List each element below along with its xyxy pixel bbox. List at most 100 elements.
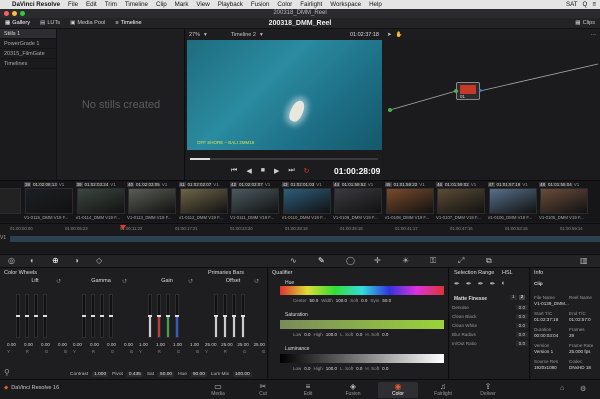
wheel-value[interactable]: 25.00 <box>253 342 265 347</box>
sat-high-field[interactable]: 100.0 <box>326 332 337 337</box>
hand-tool-icon[interactable]: ✋ <box>396 32 403 38</box>
wheel-value[interactable]: 0.00 <box>124 342 133 347</box>
luts-button[interactable]: ▤ LUTs <box>35 18 65 29</box>
rgb-mixer-icon[interactable]: ◑ <box>74 256 79 265</box>
zoom-level[interactable]: 27% <box>189 32 200 38</box>
wheel-value[interactable]: 1.00 <box>156 342 165 347</box>
node-editor[interactable]: 01 <box>383 40 600 180</box>
wheel-slider[interactable] <box>157 294 161 338</box>
wheel-value[interactable]: 0.00 <box>58 342 67 347</box>
wheel-slider[interactable] <box>34 294 38 338</box>
timeline-selector[interactable]: Timeline 2 <box>231 32 256 38</box>
lum-low-field[interactable]: 0.0 <box>304 366 310 371</box>
stop-icon[interactable]: ■ <box>261 167 265 175</box>
wheel-slider[interactable] <box>25 294 29 338</box>
contrast-field[interactable]: 1.000 <box>92 371 109 377</box>
wheel-value[interactable]: 0.00 <box>90 342 99 347</box>
wheel-slider[interactable] <box>223 294 227 338</box>
reset-icon[interactable]: ↺ <box>122 278 127 285</box>
album-timelines[interactable]: Timelines <box>0 59 56 69</box>
scopes-icon[interactable]: ▥ <box>580 256 588 265</box>
clip-thumbnail-partial[interactable] <box>0 181 23 223</box>
wheel-value[interactable]: 25.00 <box>221 342 233 347</box>
tool-icon[interactable]: ⚲ <box>4 368 10 377</box>
status-item[interactable]: SAT <box>566 1 578 8</box>
matte-param-field[interactable]: 0.0 <box>515 305 528 310</box>
luminance-range-bar[interactable] <box>280 354 444 363</box>
search-icon[interactable]: Q <box>583 1 588 8</box>
wheel-slider[interactable] <box>241 294 245 338</box>
wheel-value[interactable]: 0.00 <box>73 342 82 347</box>
node-output-icon[interactable] <box>479 89 482 92</box>
clip-thumbnail[interactable]: 39 01:02:03:24 V1 V1-0114_DMM V19 F... <box>75 181 127 223</box>
picker-icon[interactable]: ✒ <box>454 280 460 288</box>
page-tab-color[interactable]: ◉ Color <box>378 382 418 398</box>
sat-low-field[interactable]: 0.0 <box>304 332 310 337</box>
menu-file[interactable]: File <box>68 1 78 8</box>
mini-timeline[interactable]: 01:00:00:00 01:00:05:23 01:00:11:22 01:00:1… <box>0 223 600 254</box>
clip-thumbnail[interactable]: 41 01:02:02:07 V1 V1-0112_DMM V19 F... <box>178 181 230 223</box>
menu-fusion[interactable]: Fusion <box>251 1 270 8</box>
lum-high-field[interactable]: 100.0 <box>326 366 337 371</box>
qualifier-icon[interactable]: ✎ <box>318 256 325 265</box>
lum-mix-field[interactable]: 100.00 <box>233 371 252 377</box>
camera-raw-icon[interactable]: ◎ <box>8 256 15 265</box>
blur-icon[interactable]: ☀ <box>402 256 409 265</box>
chevron-down-icon[interactable]: ▾ <box>204 32 207 38</box>
lum-hsoft-field[interactable]: 0.0 <box>382 366 388 371</box>
wheel-slider[interactable] <box>166 294 170 338</box>
wheel-slider[interactable] <box>175 294 179 338</box>
clip-thumbnail[interactable]: 38 01:02:08:13 V1 V1-0115_DMM V19 F... <box>24 181 75 223</box>
feather-icon[interactable]: ✒ <box>490 280 496 288</box>
clip-thumbnail[interactable]: 45 01:01:59:22 V1 V1-0108_DMM V19 F... <box>384 181 436 223</box>
wheel-slider[interactable] <box>214 294 218 338</box>
curves-icon[interactable]: ∿ <box>290 256 297 265</box>
menu-list-icon[interactable]: ≡ <box>592 1 596 8</box>
saturation-range-bar[interactable] <box>280 320 444 329</box>
wheel-slider[interactable] <box>109 294 113 338</box>
sat-hsoft-field[interactable]: 0.0 <box>382 332 388 337</box>
reset-icon[interactable]: ↺ <box>254 278 259 285</box>
matte-page-2[interactable]: 2 <box>518 295 526 300</box>
pointer-tool-icon[interactable]: ➤ <box>387 32 392 38</box>
home-icon[interactable]: ⌂ <box>560 385 564 392</box>
album-stills-1[interactable]: Stills 1 <box>0 29 56 39</box>
wheel-slider[interactable] <box>16 294 20 338</box>
qualifier-mode-select[interactable]: HSL <box>502 270 513 276</box>
clip-thumbnail[interactable]: 43 01:02:01:03 V1 V1-0110_DMM V19 F... <box>281 181 333 223</box>
wheel-slider[interactable] <box>232 294 236 338</box>
wheel-value[interactable]: 0.00 <box>24 342 33 347</box>
media-pool-button[interactable]: ▣ Media Pool <box>65 18 110 29</box>
menu-trim[interactable]: Trim <box>105 1 117 8</box>
hue-range-bar[interactable] <box>280 286 444 295</box>
wheel-value[interactable]: 1.00 <box>139 342 148 347</box>
video-track[interactable] <box>10 236 600 242</box>
page-tab-media[interactable]: ▭ Media <box>198 382 238 397</box>
primaries-mode-select[interactable]: Primaries Bars <box>208 270 244 276</box>
album-filmgate[interactable]: 20315_FilmGate <box>0 49 56 59</box>
hue-soft-field[interactable]: 0.0 <box>361 298 367 303</box>
wheel-value[interactable]: 0.00 <box>107 342 116 347</box>
wheel-value[interactable]: 0.00 <box>7 342 16 347</box>
timeline-ruler[interactable]: 01:00:00:00 01:00:05:23 01:00:11:22 01:00:1… <box>0 224 600 233</box>
skip-back-icon[interactable]: ⏮ <box>231 167 237 175</box>
hue-center-field[interactable]: 50.0 <box>310 298 319 303</box>
3d-icon[interactable]: ⧉ <box>486 256 492 266</box>
invert-icon[interactable]: ◐ <box>502 280 506 288</box>
picker-minus-icon[interactable]: ✒ <box>466 280 472 288</box>
hue-sym-field[interactable]: 50.0 <box>382 298 391 303</box>
hue-field[interactable]: 50.00 <box>190 371 207 377</box>
clip-thumbnail[interactable]: 46 01:01:59:02 V1 V1-0107_DMM V19 F... <box>436 181 487 223</box>
maximize-icon[interactable] <box>20 11 25 16</box>
key-icon[interactable]: ⚿ <box>430 256 436 266</box>
skip-forward-icon[interactable]: ⏭ <box>288 167 294 175</box>
app-menu[interactable]: DaVinci Resolve <box>12 1 60 8</box>
close-icon[interactable] <box>4 11 9 16</box>
matte-param-field[interactable]: 0.0 <box>515 341 528 346</box>
wheel-value[interactable]: 0.00 <box>41 342 50 347</box>
sat-lsoft-field[interactable]: 0.0 <box>356 332 362 337</box>
clip-thumbnail[interactable]: 40 01:02:03:05 V1 V1-0113_DMM V19 F... <box>127 181 178 223</box>
loop-icon[interactable]: ↻ <box>304 167 310 175</box>
page-tab-edit[interactable]: ≡ Edit <box>288 382 328 397</box>
color-wheels-icon[interactable]: ⊕ <box>52 256 59 265</box>
